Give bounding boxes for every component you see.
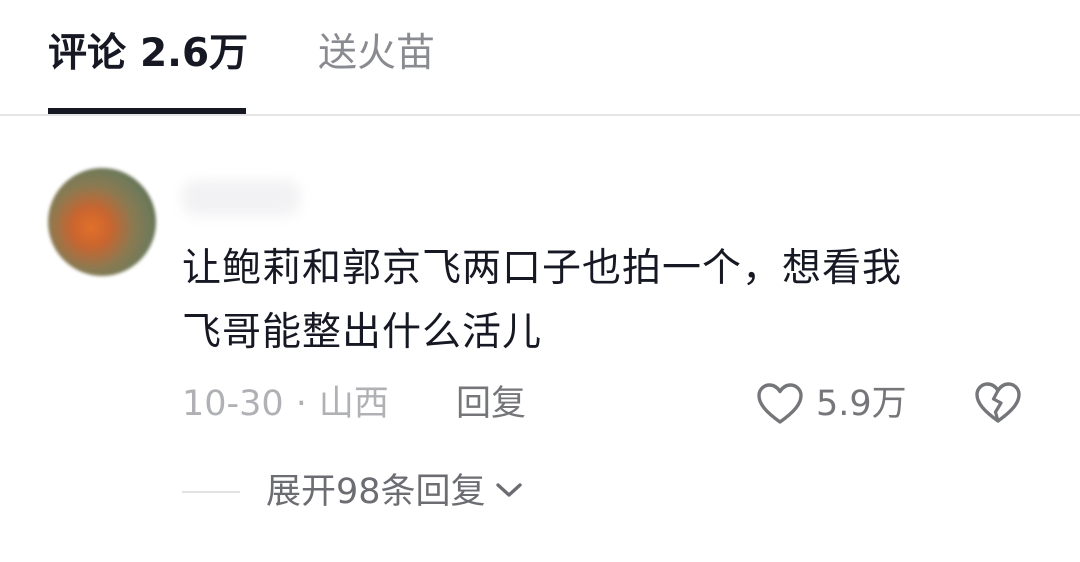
heart-outline-icon	[756, 381, 804, 427]
chevron-down-icon[interactable]	[494, 480, 524, 504]
comment-location: 山西	[318, 384, 389, 424]
tab-comments[interactable]: 评论 2.6万	[48, 26, 248, 82]
tab-comments-label: 评论	[48, 31, 127, 76]
meta-separator: ·	[295, 384, 307, 424]
expand-replies-label[interactable]: 展开98条回复	[266, 468, 486, 516]
comment-meta: 10-30 · 山西	[182, 380, 389, 428]
comment-text: 让鲍莉和郭京飞两口子也拍一个，想看我 飞哥能整出什么活儿	[182, 237, 1012, 365]
broken-heart-icon	[974, 382, 1022, 430]
dislike-button[interactable]	[974, 380, 1022, 430]
expand-divider-line	[182, 491, 240, 493]
comment-text-line-2: 飞哥能整出什么活儿	[182, 310, 543, 355]
tab-send-sparks[interactable]: 送火苗	[318, 26, 435, 82]
expand-replies[interactable]: 展开98条回复	[182, 468, 524, 516]
avatar[interactable]	[48, 168, 156, 276]
tab-bar: 评论 2.6万 送火苗	[0, 0, 1080, 114]
tab-comments-count: 2.6万	[140, 31, 249, 76]
like-button[interactable]: 5.9万	[756, 378, 907, 430]
username[interactable]	[182, 180, 300, 216]
comment-date: 10-30	[182, 384, 284, 424]
reply-button[interactable]: 回复	[456, 380, 526, 428]
comment-text-line-1: 让鲍莉和郭京飞两口子也拍一个，想看我	[182, 246, 903, 291]
tab-divider	[0, 114, 1080, 116]
comment-panel: 评论 2.6万 送火苗 让鲍莉和郭京飞两口子也拍一个，想看我 飞哥能整出什么活儿 …	[0, 0, 1080, 562]
like-count: 5.9万	[816, 384, 907, 424]
